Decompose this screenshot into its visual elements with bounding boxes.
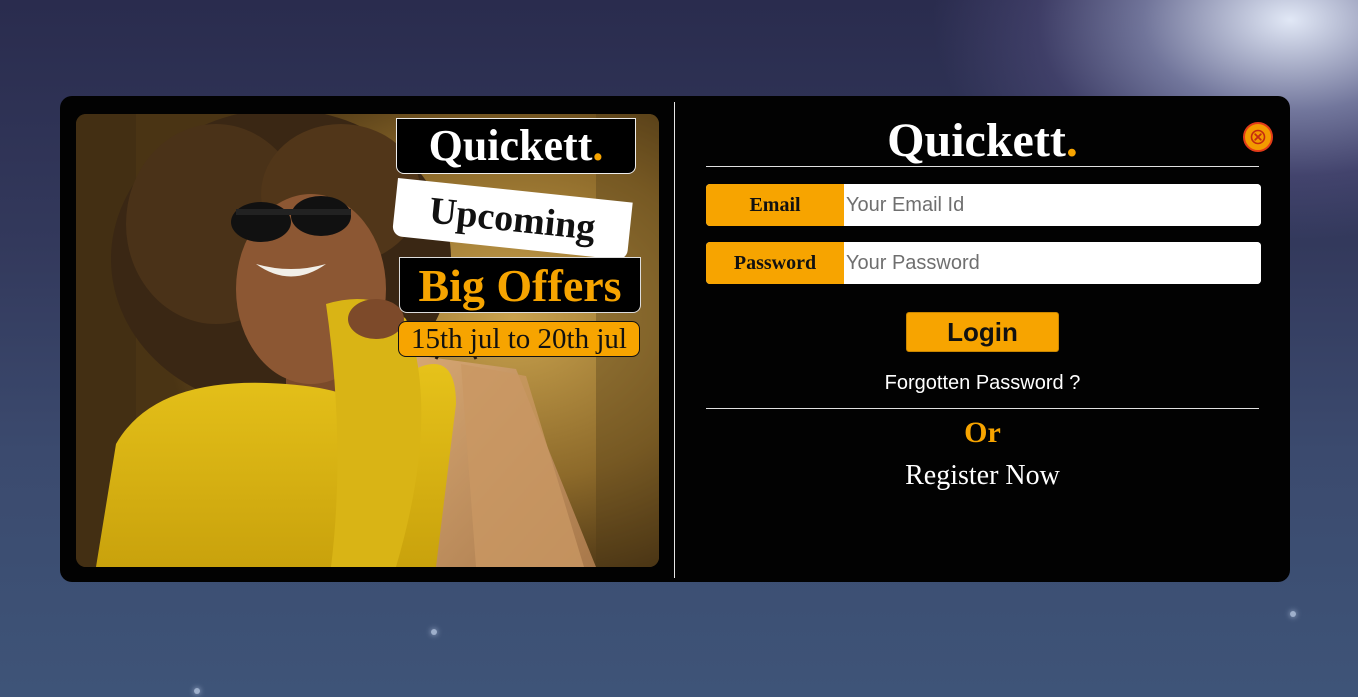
- promo-dates-badge: 15th jul to 20th jul: [398, 321, 640, 357]
- section-divider: [706, 408, 1259, 409]
- form-brand-text: Quickett: [887, 114, 1066, 167]
- email-label: Email: [706, 184, 844, 226]
- form-brand-title: Quickett.: [706, 110, 1259, 172]
- background-sparkle: [431, 629, 437, 635]
- email-field: Email: [706, 184, 1261, 226]
- password-label: Password: [706, 242, 844, 284]
- password-field: Password: [706, 242, 1261, 284]
- promo-brand-dot: .: [592, 121, 604, 170]
- promo-brand-text: Quickett: [428, 121, 593, 170]
- password-input[interactable]: [844, 242, 1261, 284]
- forgot-password-link[interactable]: Forgotten Password ?: [706, 372, 1259, 395]
- login-button[interactable]: Login: [906, 312, 1059, 352]
- login-modal: Quickett. Upcoming Big Offers 15th jul t…: [60, 96, 1290, 582]
- header-divider: [706, 166, 1259, 167]
- close-button[interactable]: [1243, 122, 1273, 152]
- close-icon: [1250, 129, 1266, 145]
- background-sparkle: [194, 688, 200, 694]
- email-input[interactable]: [844, 184, 1261, 226]
- form-brand-dot: .: [1065, 114, 1078, 167]
- promo-brand-badge: Quickett.: [396, 118, 636, 174]
- or-separator: Or: [964, 416, 1001, 449]
- register-now-link[interactable]: Register Now: [706, 460, 1259, 492]
- promo-banner: Quickett. Upcoming Big Offers 15th jul t…: [76, 114, 659, 567]
- vertical-divider: [674, 102, 675, 578]
- background-sparkle: [1290, 611, 1296, 617]
- promo-offers-badge: Big Offers: [399, 257, 641, 313]
